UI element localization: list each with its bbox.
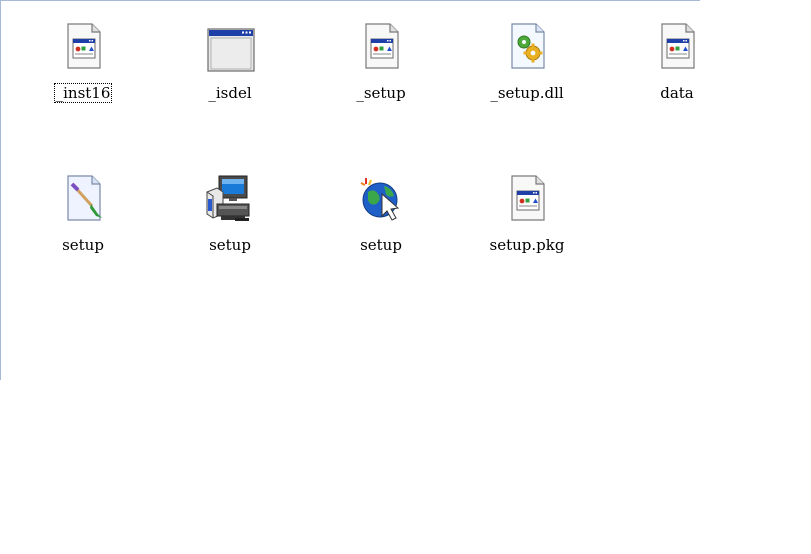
file-label: _isdel: [208, 84, 252, 102]
file-label: setup: [62, 236, 104, 254]
file-label: setup: [360, 236, 402, 254]
file-item-data[interactable]: data: [622, 0, 732, 120]
file-item-setup-exe[interactable]: setup: [175, 152, 285, 272]
file-label: data: [660, 84, 694, 102]
file-item-isdel[interactable]: _isdel: [175, 0, 285, 120]
file-list-view[interactable]: _inst16 _isdel _setup _setup.dll data se…: [0, 0, 811, 554]
computer-install-icon: [205, 174, 253, 224]
paint-brush-file-icon: [64, 174, 104, 222]
file-item-setup-script[interactable]: _setup: [326, 0, 436, 120]
file-item-setup-url[interactable]: setup: [326, 152, 436, 272]
file-label: _inst16: [53, 83, 113, 103]
app-document-icon: [362, 22, 402, 70]
file-label: _setup.dll: [490, 84, 564, 102]
file-item-setup-dll[interactable]: _setup.dll: [472, 0, 582, 120]
file-item-inst16[interactable]: _inst16: [28, 0, 138, 120]
app-document-icon: [508, 174, 548, 222]
file-item-setup-paint[interactable]: setup: [28, 152, 138, 272]
window-icon: [207, 28, 255, 72]
file-label: setup.pkg: [489, 236, 565, 254]
file-label: setup: [209, 236, 251, 254]
file-item-setup-pkg[interactable]: setup.pkg: [472, 152, 582, 272]
app-document-icon: [658, 22, 698, 70]
globe-cursor-icon: [358, 174, 406, 224]
file-label: _setup: [356, 84, 406, 102]
app-document-icon: [64, 22, 104, 70]
dll-gear-icon: [508, 22, 548, 70]
